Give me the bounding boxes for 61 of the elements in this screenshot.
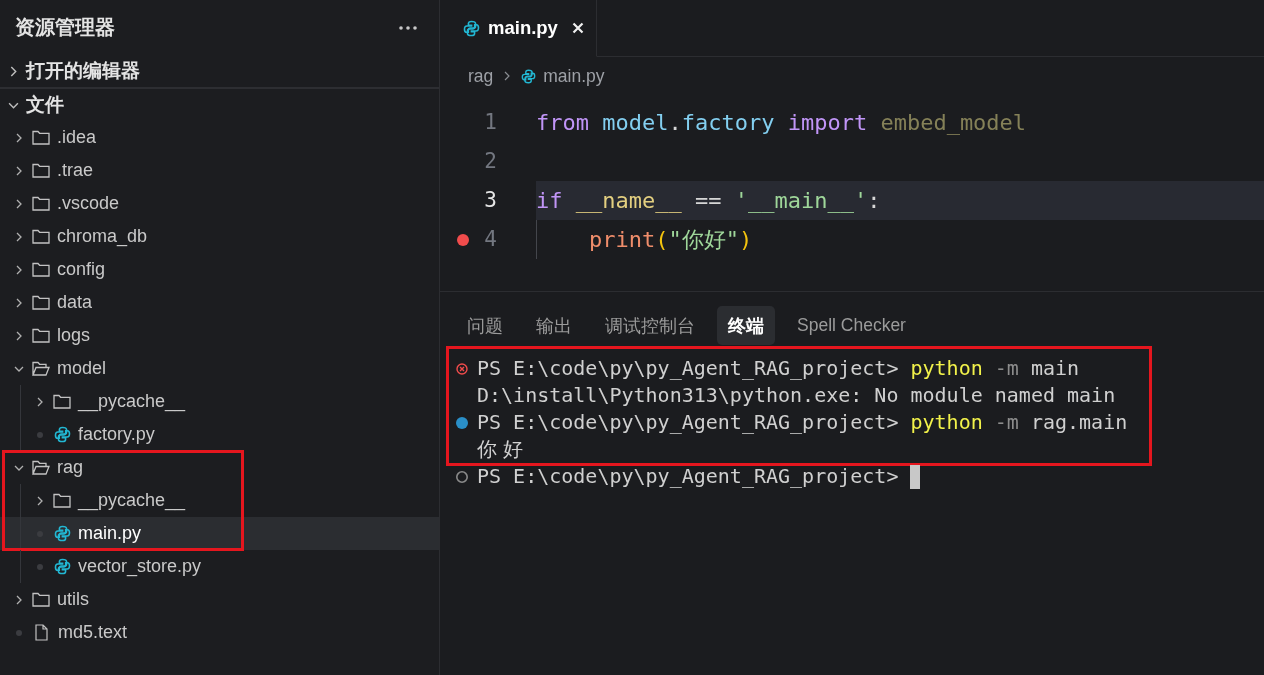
panel-tab[interactable]: 调试控制台: [594, 306, 706, 345]
dot-icon: [37, 431, 43, 438]
folder-icon: [32, 130, 50, 145]
status-dot-icon[interactable]: [456, 416, 468, 429]
dot-icon: [16, 629, 22, 636]
open-folder-icon: [32, 460, 50, 475]
folder-icon: [53, 394, 71, 409]
code-line: print("你好"): [536, 220, 1264, 259]
folder-icon: [32, 262, 50, 277]
section-header[interactable]: 文件: [0, 89, 439, 121]
tree-item[interactable]: model: [0, 352, 439, 385]
panel-tab[interactable]: 问题: [456, 306, 514, 345]
tree-item[interactable]: logs: [0, 319, 439, 352]
tree-item[interactable]: md5.text: [0, 616, 439, 649]
panel-tab[interactable]: Spell Checker: [786, 306, 917, 345]
folder-icon: [32, 592, 50, 607]
tree-item[interactable]: .vscode: [0, 187, 439, 220]
dot-icon: [37, 563, 43, 570]
more-icon[interactable]: [399, 25, 417, 30]
tree-item[interactable]: config: [0, 253, 439, 286]
close-icon[interactable]: [571, 22, 584, 34]
chevron-right-icon: [504, 71, 511, 81]
folder-icon: [53, 493, 71, 508]
python-file-icon: [463, 19, 480, 37]
open-folder-icon: [32, 361, 50, 376]
tree-item[interactable]: data: [0, 286, 439, 319]
file-icon: [35, 624, 48, 641]
line-number: 1: [483, 109, 497, 136]
tree-item[interactable]: utils: [0, 583, 439, 616]
folder-icon: [32, 196, 50, 211]
terminal-line: 你好: [477, 436, 529, 463]
python-file-icon: [54, 558, 71, 575]
line-number: 3: [483, 187, 497, 214]
terminal-line: PS E:\code\py\py_Agent_RAG_project> python -m main: [477, 355, 1080, 382]
explorer-title: 资源管理器: [15, 15, 115, 40]
panel-tab[interactable]: 终端: [717, 306, 775, 345]
error-icon[interactable]: [456, 362, 468, 375]
breadcrumb-item[interactable]: main.py: [543, 65, 605, 87]
tree-item[interactable]: .idea: [0, 121, 439, 154]
python-file-icon: [521, 68, 537, 84]
breakpoint-icon[interactable]: [457, 233, 469, 246]
tree-item[interactable]: rag: [0, 451, 439, 484]
circle-icon[interactable]: [456, 470, 468, 483]
tree-item[interactable]: main.py: [0, 517, 439, 550]
code-line: from model.factory import embed_model: [536, 109, 1028, 137]
tree-item[interactable]: chroma_db: [0, 220, 439, 253]
section-header[interactable]: 打开的编辑器: [0, 55, 439, 87]
folder-icon: [32, 163, 50, 178]
line-number: 2: [483, 148, 497, 175]
folder-icon: [32, 328, 50, 343]
terminal-line: D:\install\Python313\python.exe: No module named main: [477, 382, 1116, 409]
panel-tab[interactable]: 输出: [525, 306, 583, 345]
terminal-line: PS E:\code\py\py_Agent_RAG_project> python -m rag.main: [477, 409, 1128, 436]
python-file-icon: [54, 426, 71, 443]
terminal-line: PS E:\code\py\py_Agent_RAG_project>: [477, 463, 900, 490]
folder-icon: [32, 295, 50, 310]
line-number: 4: [483, 226, 497, 253]
folder-icon: [32, 229, 50, 244]
tree-item[interactable]: .trae: [0, 154, 439, 187]
python-file-icon: [54, 525, 71, 542]
breadcrumb-item[interactable]: rag: [468, 65, 494, 87]
